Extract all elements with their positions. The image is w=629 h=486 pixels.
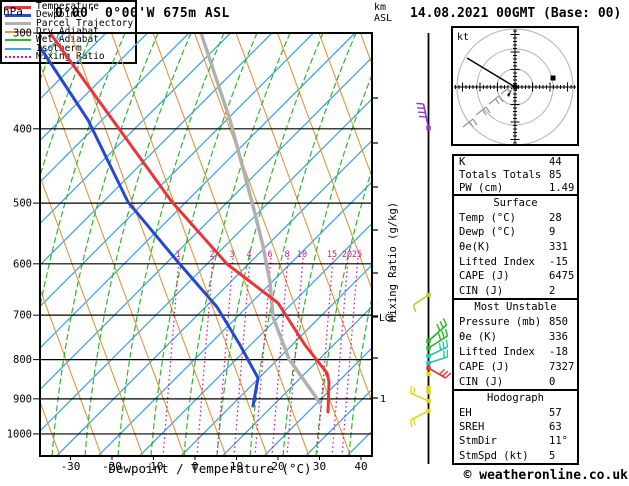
svg-text:3: 3 <box>229 250 234 260</box>
table-row: Totals Totals 85 <box>454 169 577 181</box>
row-label: θe (K) <box>459 331 497 344</box>
row-value: 5 <box>549 449 556 462</box>
most-unstable-table: Most Unstable Pressure (mb) 850 θe (K) 336… <box>452 298 579 391</box>
svg-text:600: 600 <box>13 258 32 270</box>
row-label: CAPE (J) <box>459 360 510 373</box>
svg-text:15: 15 <box>327 250 337 260</box>
row-label: CIN (J) <box>459 284 504 297</box>
svg-text:40: 40 <box>354 460 367 473</box>
row-label: Lifted Index <box>459 345 535 358</box>
svg-text:4: 4 <box>246 250 251 260</box>
table-row: StmDir 11° <box>454 435 577 447</box>
mixing-ratio-axis-label: Mixing Ratio (g/kg) <box>387 202 399 322</box>
svg-text:300: 300 <box>13 28 32 40</box>
row-label: K <box>459 156 466 169</box>
table-row: PW (cm) 1.49 <box>454 182 577 194</box>
table-row: Temp (°C) 28 <box>454 212 577 224</box>
svg-text:1: 1 <box>380 394 386 405</box>
plot-frame <box>39 32 373 457</box>
svg-text:500: 500 <box>13 198 32 210</box>
svg-text:400: 400 <box>13 123 32 135</box>
svg-text:1000: 1000 <box>7 428 32 440</box>
table-row: Lifted Index -18 <box>454 346 577 358</box>
row-label: CIN (J) <box>459 375 504 388</box>
table-row: StmSpd (kt) 5 <box>454 450 577 462</box>
indices-table: K 44 Totals Totals 85 PW (cm) 1.49 <box>452 154 579 196</box>
table-section-title: Hodograph <box>487 392 544 405</box>
row-label: Lifted Index <box>459 255 535 268</box>
row-label: Temp (°C) <box>459 211 516 224</box>
row-value: 336 <box>549 331 568 344</box>
svg-text:700: 700 <box>13 310 32 322</box>
row-value: 9 <box>549 226 556 239</box>
copyright-footer: © weatheronline.co.uk <box>463 468 628 483</box>
table-row: CIN (J) 0 <box>454 376 577 388</box>
row-value: 850 <box>549 316 568 329</box>
table-row: Lifted Index -15 <box>454 256 577 268</box>
row-value: 28 <box>549 211 562 224</box>
row-label: Totals Totals <box>459 168 542 181</box>
table-row: SREH 63 <box>454 421 577 433</box>
row-value: 331 <box>549 240 568 253</box>
table-row: θe (K) 336 <box>454 331 577 343</box>
wind-barb-staff <box>409 33 452 464</box>
row-value: 44 <box>549 156 562 169</box>
surface-table: Surface Temp (°C) 28 Dewp (°C) 9 θe(K) 331 … <box>452 194 579 300</box>
table-row: CAPE (J) 7327 <box>454 361 577 373</box>
row-value: 57 <box>549 406 562 419</box>
row-value: 7327 <box>549 360 575 373</box>
svg-text:8: 8 <box>284 250 289 260</box>
table-row: Pressure (mb) 850 <box>454 316 577 328</box>
table-section-title: Most Unstable <box>474 301 557 314</box>
row-label: Pressure (mb) <box>459 316 542 329</box>
table-row: K 44 <box>454 156 577 168</box>
row-value: 0 <box>549 375 556 388</box>
table-row: θe(K) 331 <box>454 241 577 253</box>
row-label: StmDir <box>459 435 497 448</box>
hodograph-panel <box>451 26 579 146</box>
hodograph-unit-label: kt <box>457 32 469 43</box>
row-value: 2 <box>549 284 556 297</box>
row-label: Dewp (°C) <box>459 226 516 239</box>
svg-text:1: 1 <box>175 250 180 260</box>
table-row: CAPE (J) 6475 <box>454 270 577 282</box>
svg-text:2: 2 <box>209 250 214 260</box>
row-value: 6475 <box>549 270 575 283</box>
row-label: StmSpd (kt) <box>459 449 529 462</box>
table-row: EH 57 <box>454 407 577 419</box>
svg-text:-30: -30 <box>61 460 81 473</box>
temperature-axis-label: Dewpoint / Temperature (°C) <box>108 461 312 476</box>
table-row: Dewp (°C) 9 <box>454 226 577 238</box>
table-row: CIN (J) 2 <box>454 285 577 297</box>
hodograph-table: Hodograph EH 57 SREH 63 StmDir 11° StmSpd (… <box>452 389 579 465</box>
row-label: θe(K) <box>459 240 491 253</box>
svg-text:900: 900 <box>13 393 32 405</box>
row-value: 85 <box>549 168 562 181</box>
svg-text:10: 10 <box>297 250 307 260</box>
svg-text:25: 25 <box>352 250 362 260</box>
row-label: EH <box>459 406 472 419</box>
row-value: 1.49 <box>549 181 575 194</box>
row-value: -15 <box>549 255 568 268</box>
row-label: PW (cm) <box>459 181 504 194</box>
table-section-title: Surface <box>493 197 538 210</box>
row-label: SREH <box>459 420 485 433</box>
svg-text:6: 6 <box>267 250 272 260</box>
svg-text:800: 800 <box>13 354 32 366</box>
row-value: -18 <box>549 345 568 358</box>
row-value: 11° <box>549 435 568 448</box>
row-label: CAPE (J) <box>459 270 510 283</box>
skewt-sounding-page: hPa 0°00' 0°00'W 675m ASL km ASL 14.08.20… <box>0 0 629 486</box>
row-value: 63 <box>549 420 562 433</box>
svg-text:20: 20 <box>342 250 352 260</box>
